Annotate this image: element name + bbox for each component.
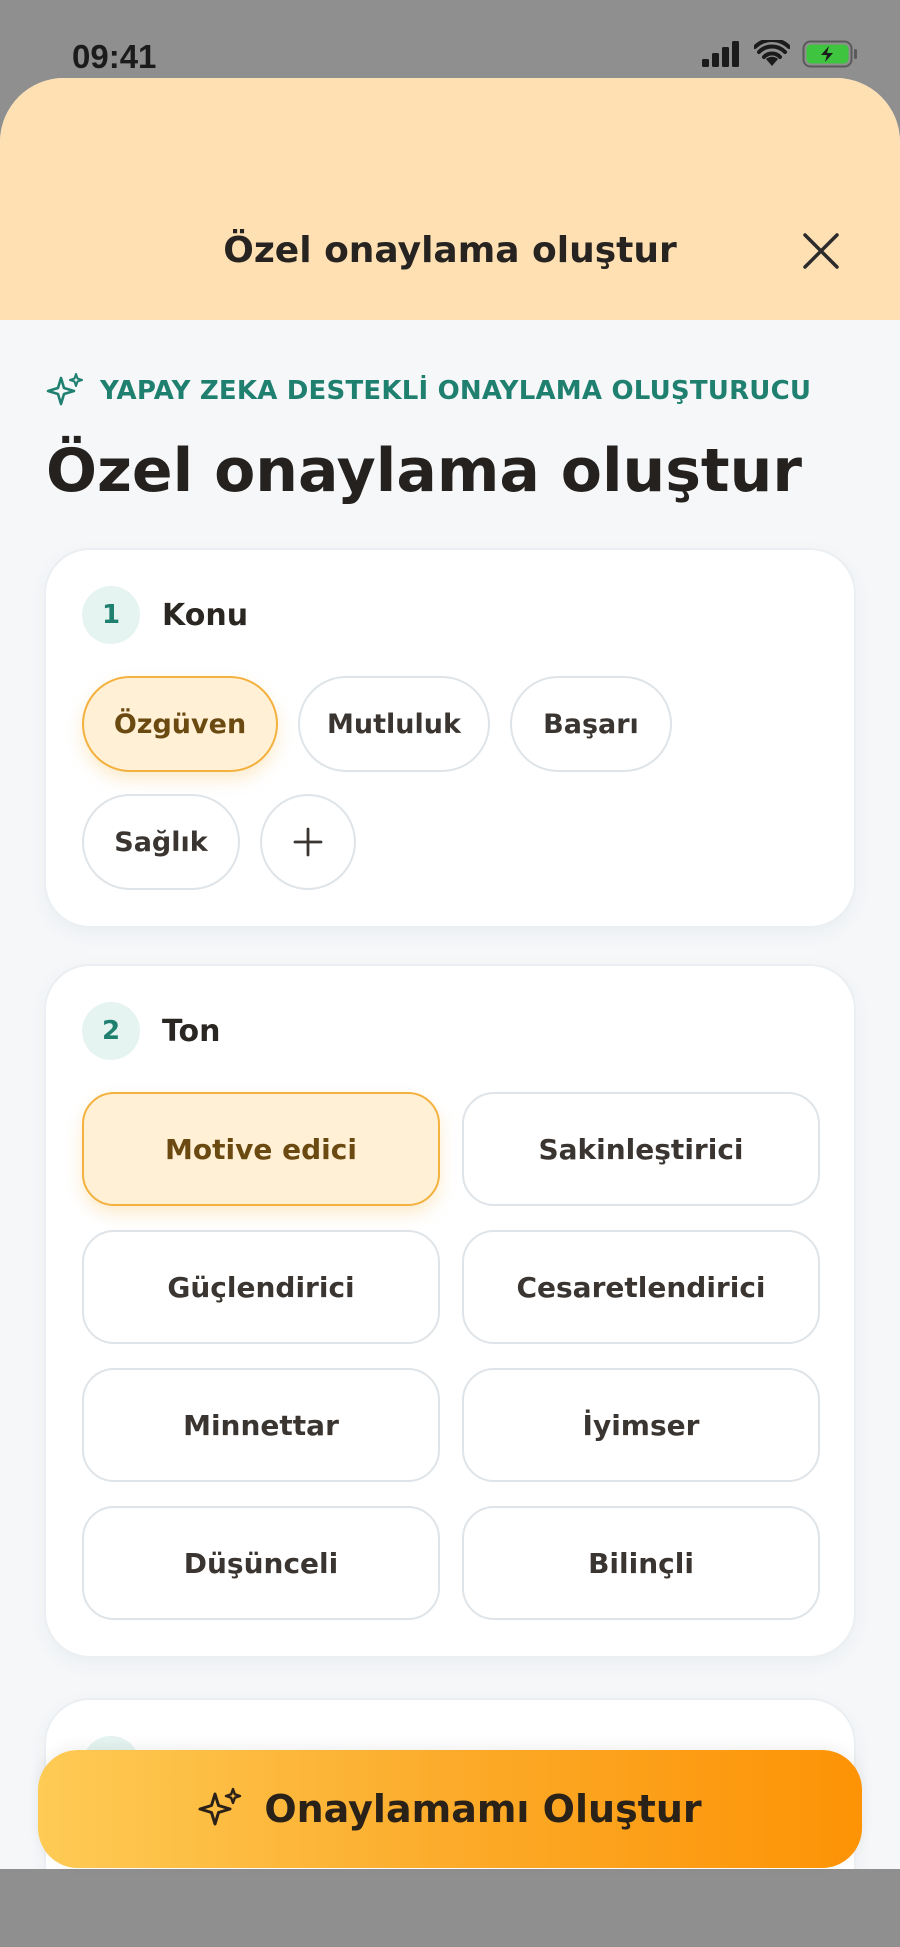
step-label: Konu (162, 597, 249, 633)
generate-affirmation-button[interactable]: Onaylamamı Oluştur (38, 1750, 862, 1868)
tone-option-cesaretlendirici[interactable]: Cesaretlendirici (462, 1230, 820, 1344)
tone-option-minnettar[interactable]: Minnettar (82, 1368, 440, 1482)
page-title: Özel onaylama oluştur (46, 436, 802, 506)
tone-option-iyimser[interactable]: İyimser (462, 1368, 820, 1482)
tone-option-bilincli[interactable]: Bilinçli (462, 1506, 820, 1620)
cta-label: Onaylamamı Oluştur (264, 1787, 702, 1831)
step-number: 1 (82, 586, 140, 644)
tone-option-sakinlestirici[interactable]: Sakinleştirici (462, 1092, 820, 1206)
ai-tag-label: YAPAY ZEKA DESTEKLİ ONAYLAMA OLUŞTURUCU (100, 376, 812, 406)
status-time: 09:41 (72, 38, 157, 75)
plus-icon (293, 827, 323, 857)
sheet-header: Özel onaylama oluştur (0, 78, 900, 320)
signal-icon (702, 41, 739, 67)
step-number: 2 (82, 1002, 140, 1060)
close-icon (803, 233, 839, 269)
tone-card-header: 2 Ton (82, 1002, 220, 1060)
sparkle-icon (46, 373, 83, 406)
tone-option-dusunceli[interactable]: Düşünceli (82, 1506, 440, 1620)
topic-chip-ozguven[interactable]: Özgüven (82, 676, 278, 772)
topic-chip-basari[interactable]: Başarı (510, 676, 672, 772)
topic-chip-mutluluk[interactable]: Mutluluk (298, 676, 490, 772)
tone-option-motive-edici[interactable]: Motive edici (82, 1092, 440, 1206)
topic-chip-saglik[interactable]: Sağlık (82, 794, 240, 890)
wifi-icon (754, 40, 790, 66)
battery-icon (802, 40, 857, 68)
sparkle-icon (198, 1787, 242, 1826)
topic-card-header: 1 Konu (82, 586, 248, 644)
status-bar: 09:41 (0, 0, 900, 78)
bottom-sheet: Özel onaylama oluştur YAPAY ZEKA DESTEKL… (0, 78, 900, 1869)
close-button[interactable] (798, 228, 844, 274)
status-icons (702, 40, 858, 68)
ai-generator-tag: YAPAY ZEKA DESTEKLİ ONAYLAMA OLUŞTURUCU (46, 372, 811, 410)
sheet-title: Özel onaylama oluştur (223, 230, 677, 271)
tone-card: 2 Ton Motive edici Sakinleştirici Güçlen… (44, 964, 856, 1658)
tone-option-guclendirici[interactable]: Güçlendirici (82, 1230, 440, 1344)
add-topic-button[interactable] (260, 794, 356, 890)
topic-card: 1 Konu Özgüven Mutluluk Başarı Sağlık (44, 548, 856, 928)
step-label: Ton (162, 1013, 221, 1049)
